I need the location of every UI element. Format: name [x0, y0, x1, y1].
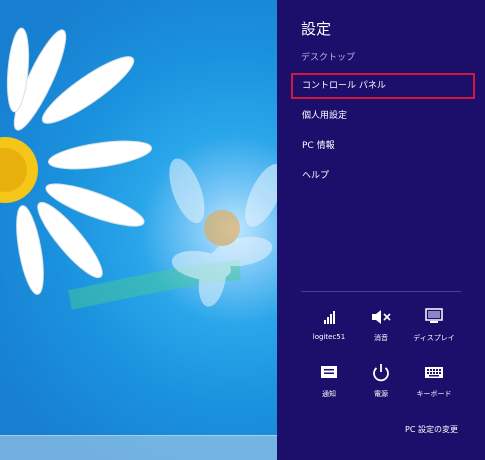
- keyboard-label: キーボード: [416, 390, 452, 398]
- wifi-signal-icon: [324, 311, 335, 324]
- network-tile[interactable]: logitec51: [301, 306, 357, 358]
- settings-charm-panel: 設定 デスクトップ コントロール パネル 個人用設定 PC 情報 ヘルプ log…: [277, 0, 485, 460]
- display-tile[interactable]: ディスプレイ: [406, 306, 462, 358]
- display-icon: [425, 308, 443, 323]
- divider: [301, 291, 461, 292]
- power-tile[interactable]: 電源: [353, 362, 409, 414]
- power-label: 電源: [374, 390, 388, 398]
- display-label: ディスプレイ: [413, 334, 455, 342]
- volume-label: 消音: [374, 334, 388, 342]
- notifications-label: 通知: [322, 390, 336, 398]
- context-label: デスクトップ: [301, 53, 356, 63]
- panel-title: 設定: [301, 20, 332, 38]
- volume-tile[interactable]: 消音: [353, 306, 409, 358]
- power-icon: [373, 364, 389, 382]
- change-pc-settings-link[interactable]: PC 設定の変更: [405, 424, 458, 435]
- speaker-muted-icon: [372, 310, 391, 324]
- network-label: logitec51: [312, 333, 346, 341]
- keyboard-icon: [425, 367, 443, 378]
- menu-item-help[interactable]: ヘルプ: [291, 163, 475, 189]
- taskbar: [0, 435, 277, 460]
- notifications-tile[interactable]: 通知: [301, 362, 357, 414]
- menu-item-pc-info[interactable]: PC 情報: [291, 133, 475, 159]
- desktop-background: [0, 0, 277, 460]
- daisy-wallpaper: [0, 27, 277, 310]
- notifications-icon: [321, 366, 337, 378]
- keyboard-tile[interactable]: キーボード: [406, 362, 462, 414]
- menu-item-control-panel[interactable]: コントロール パネル: [291, 73, 475, 99]
- menu-item-personalize[interactable]: 個人用設定: [291, 103, 475, 129]
